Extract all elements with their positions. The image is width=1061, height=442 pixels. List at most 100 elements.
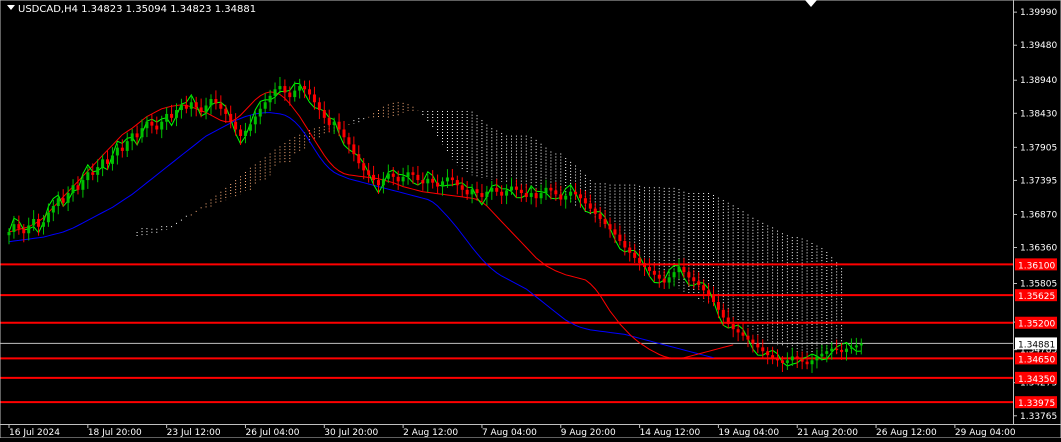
candle-body	[652, 270, 656, 275]
level-price-label: 1.34650	[1018, 355, 1055, 365]
price-chart[interactable]: 1.337651.342751.347851.352101.358051.363…	[0, 0, 1061, 439]
candle-body	[815, 356, 819, 361]
candle-body	[135, 133, 139, 138]
candle-body	[224, 108, 228, 114]
candle-body	[731, 324, 735, 330]
candle-body	[574, 191, 578, 195]
candle-body	[593, 208, 597, 214]
candle-body	[721, 309, 725, 318]
candle-body	[583, 198, 587, 204]
time-tick-label: 16 Jul 2024	[9, 428, 60, 438]
candle-body	[830, 348, 834, 352]
candle-body	[61, 198, 65, 203]
candle-body	[854, 345, 858, 348]
candle-body	[849, 347, 853, 349]
price-tick-label: 1.38940	[1020, 76, 1057, 86]
candle-body	[229, 113, 233, 122]
candle-body	[510, 186, 513, 191]
candle-body	[790, 356, 794, 361]
price-tick-label: 1.37905	[1020, 143, 1057, 153]
candle-body	[317, 102, 321, 111]
candle-body	[618, 234, 622, 242]
candle-body	[327, 117, 331, 125]
candle-body	[445, 177, 449, 182]
level-price-label: 1.34350	[1018, 375, 1055, 385]
candle-body	[125, 141, 129, 151]
candle-body	[416, 174, 420, 181]
candle-body	[805, 361, 809, 365]
candle-body	[110, 155, 114, 164]
price-tick-label: 1.36870	[1020, 210, 1057, 220]
candle-body	[268, 95, 272, 103]
candle-body	[367, 170, 371, 175]
candle-body	[495, 187, 499, 192]
candle-body	[209, 99, 213, 106]
candle-body	[687, 272, 691, 278]
candle-body	[273, 89, 277, 96]
candle-body	[613, 229, 617, 235]
candle-body	[120, 147, 124, 151]
chart-header: USDCAD,H4 1.34823 1.35094 1.34823 1.3488…	[7, 4, 256, 15]
candle-body	[239, 129, 243, 136]
chart-area[interactable]: 1.337651.342751.347851.352101.358051.363…	[0, 0, 1061, 439]
candle-body	[145, 121, 149, 129]
candle-body	[465, 189, 469, 195]
candle-body	[406, 172, 410, 177]
candle-body	[91, 172, 95, 175]
ichimoku-cloud	[136, 102, 843, 354]
candle-body	[598, 213, 602, 219]
candle-body	[194, 102, 198, 108]
candle-body	[71, 185, 75, 194]
candle-body	[500, 191, 504, 196]
candle-body	[569, 191, 573, 196]
candle-body	[746, 335, 750, 340]
triangle-down-icon[interactable]	[7, 5, 15, 10]
price-tick-label: 1.37395	[1020, 176, 1057, 186]
candle-body	[776, 357, 780, 361]
time-tick-label: 26 Jul 04:00	[245, 428, 299, 438]
candle-body	[150, 121, 154, 126]
candle-body	[219, 103, 223, 109]
price-tick-label: 1.39990	[1020, 8, 1057, 18]
time-tick-label: 7 Aug 04:00	[482, 428, 537, 438]
candle-body	[756, 343, 760, 348]
candle-body	[736, 329, 740, 333]
candle-body	[539, 193, 543, 199]
candle-body	[544, 187, 548, 194]
candle-body	[253, 116, 257, 125]
level-price-label: 1.33975	[1018, 399, 1055, 409]
candle-body	[362, 163, 366, 171]
candle-body	[396, 176, 400, 182]
candle-body	[672, 272, 676, 278]
candle-body	[845, 348, 848, 352]
price-tick-label: 1.39480	[1020, 41, 1057, 51]
candle-body	[342, 129, 346, 138]
candle-body	[716, 301, 720, 310]
candle-body	[455, 180, 459, 186]
candle-body	[96, 167, 100, 175]
candle-body	[623, 241, 627, 248]
tenkan-line	[8, 91, 734, 359]
candle-body	[505, 190, 509, 196]
candle-body	[421, 180, 425, 184]
candle-body	[130, 133, 134, 142]
candle-body	[76, 185, 80, 190]
candle-body	[667, 277, 671, 283]
candle-body	[179, 104, 183, 111]
shift-marker-icon[interactable]	[805, 0, 817, 7]
candle-body	[780, 360, 784, 363]
candle-body	[559, 194, 563, 200]
price-tick-label: 1.35805	[1020, 280, 1057, 290]
candle-body	[115, 147, 119, 156]
candle-body	[170, 113, 174, 118]
time-tick-label: 14 Aug 12:00	[640, 428, 701, 438]
candle-body	[22, 228, 26, 234]
candle-body	[199, 107, 203, 112]
time-scale[interactable]: 16 Jul 2024 18 Jul 20:00 23 Jul 12:00 26 Ju…	[8, 424, 1016, 438]
candle-body	[633, 252, 637, 258]
candle-body	[810, 360, 814, 365]
candle-body	[357, 154, 361, 164]
candle-body	[308, 89, 312, 95]
candle-body	[707, 290, 711, 296]
candle-body	[248, 124, 252, 131]
